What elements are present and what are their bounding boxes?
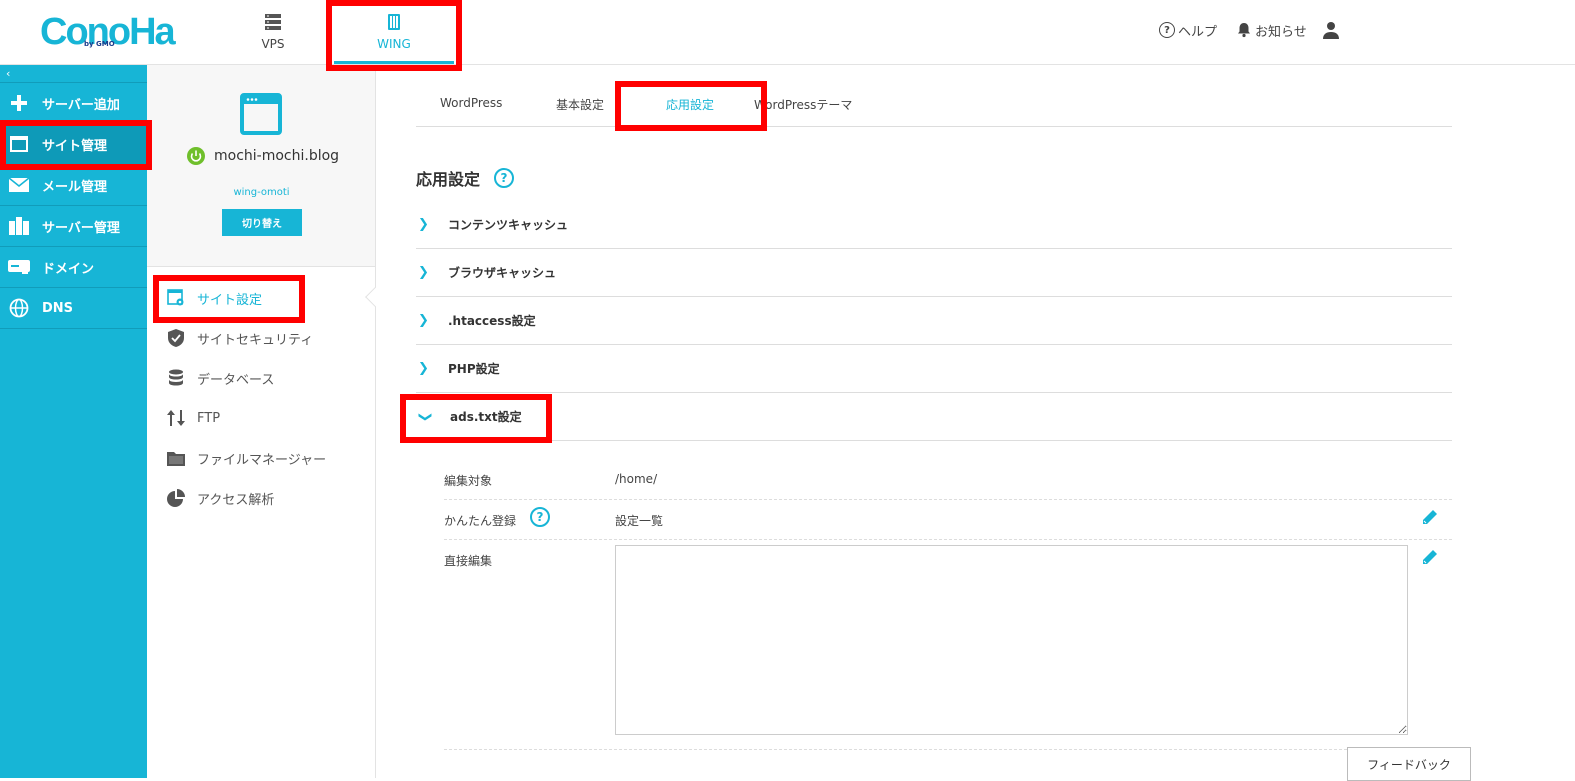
accordion-label: PHP設定	[448, 362, 500, 376]
submenu-database[interactable]: データベース	[147, 358, 376, 398]
conoha-logo[interactable]: ConoHa by GMO	[40, 10, 176, 54]
sidebar-item-label: サイト管理	[42, 138, 108, 154]
accordion-label: ads.txt設定	[450, 410, 522, 424]
submenu-label: サイトセキュリティ	[197, 332, 314, 348]
sidebar-item-domain[interactable]: ドメイン	[0, 247, 147, 288]
submenu-site-security[interactable]: サイトセキュリティ	[147, 318, 376, 358]
edit-pencil-icon[interactable]	[1421, 548, 1439, 566]
section-title-text: 応用設定	[416, 170, 481, 189]
sidebar-item-label: サーバー管理	[42, 220, 120, 236]
submenu-label: FTP	[197, 410, 221, 426]
tab-advanced-settings[interactable]: 応用設定	[666, 96, 714, 113]
shield-icon	[167, 329, 185, 347]
accordion-label: ブラウザキャッシュ	[448, 266, 557, 280]
pie-chart-icon	[167, 489, 185, 507]
edit-pencil-icon[interactable]	[1421, 508, 1439, 526]
sidebar-item-label: メール管理	[42, 179, 108, 195]
sidebar-item-server-manage[interactable]: サーバー管理	[0, 206, 147, 247]
power-status-icon	[187, 147, 205, 165]
server-icon	[265, 14, 281, 30]
mail-icon	[8, 176, 30, 194]
chevron-right-icon: ❯	[418, 313, 429, 328]
submenu-site-settings[interactable]: サイト設定	[147, 278, 376, 318]
site-sub-panel: mochi-mochi.blog wing-omoti 切り替え サイト設定 サ…	[147, 65, 376, 778]
tab-wordpress[interactable]: WordPress	[440, 96, 502, 110]
submenu-file-manager[interactable]: ファイルマネージャー	[147, 438, 376, 478]
notice-label: お知らせ	[1255, 24, 1307, 40]
accordion-content-cache[interactable]: ❯ コンテンツキャッシュ	[416, 201, 1452, 249]
submenu-access-analysis[interactable]: アクセス解析	[147, 478, 376, 518]
tab-wordpress-theme[interactable]: WordPressテーマ	[754, 96, 852, 113]
sidebar-item-mail-manage[interactable]: メール管理	[0, 165, 147, 206]
help-icon: ?	[1159, 22, 1175, 38]
sidebar-item-label: DNS	[42, 300, 74, 316]
target-label: 編集対象	[444, 474, 493, 488]
direct-label: 直接編集	[444, 554, 493, 568]
feedback-button[interactable]: フィードバック	[1347, 747, 1471, 781]
submenu-label: サイト設定	[197, 292, 263, 308]
window-icon	[8, 135, 30, 153]
switch-button[interactable]: 切り替え	[222, 209, 302, 236]
settings-tabs: WordPress 基本設定 応用設定 WordPressテーマ	[416, 82, 1452, 127]
easy-value: 設定一覧	[615, 514, 664, 528]
target-value: /home/	[615, 472, 658, 486]
plus-icon	[8, 94, 30, 112]
tab-basic-settings[interactable]: 基本設定	[556, 96, 604, 113]
chevron-right-icon: ❯	[418, 217, 429, 232]
ads-easy-row: かんたん登録 ? 設定一覧	[444, 500, 1452, 540]
notice-link[interactable]: お知らせ	[1236, 20, 1307, 40]
sidebar-item-site-manage[interactable]: サイト管理	[0, 124, 147, 165]
accordion-htaccess[interactable]: ❯ .htaccess設定	[416, 297, 1452, 345]
submenu-label: データベース	[197, 372, 275, 388]
help-label: ヘルプ	[1178, 24, 1218, 40]
globe-icon	[8, 298, 30, 318]
nav-wing[interactable]: WING	[334, 0, 454, 64]
site-user: wing-omoti	[233, 187, 290, 198]
ads-target-row: 編集対象 /home/	[444, 460, 1452, 500]
main-sidebar: ‹ サーバー追加 サイト管理 メール管理 サーバー管理 ドメイン DNS	[0, 65, 147, 778]
help-icon[interactable]: ?	[530, 507, 550, 527]
accordion-label: コンテンツキャッシュ	[448, 218, 569, 232]
site-window-icon	[240, 93, 282, 135]
accordion-ads-txt[interactable]: ❯ ads.txt設定	[416, 393, 1452, 441]
database-icon	[167, 369, 185, 387]
logo-sub: by GMO	[84, 40, 115, 48]
chevron-right-icon: ❯	[418, 265, 429, 280]
help-link[interactable]: ? ヘルプ	[1159, 20, 1217, 40]
folder-icon	[167, 449, 185, 467]
site-settings-icon	[167, 289, 185, 307]
submenu-ftp[interactable]: FTP	[147, 398, 376, 438]
domain-icon	[8, 258, 30, 276]
top-header: ConoHa by GMO VPS WING ? ヘルプ お知らせ	[0, 0, 1575, 65]
user-icon[interactable]	[1322, 21, 1340, 39]
transfer-icon	[167, 409, 185, 427]
chevron-right-icon: ❯	[418, 361, 429, 376]
site-summary: mochi-mochi.blog wing-omoti 切り替え	[147, 65, 375, 267]
accordion-browser-cache[interactable]: ❯ ブラウザキャッシュ	[416, 249, 1452, 297]
nav-vps-label: VPS	[261, 37, 285, 51]
ads-txt-editor[interactable]	[615, 545, 1408, 735]
nav-vps[interactable]: VPS	[245, 0, 301, 64]
server-manage-icon	[8, 217, 30, 235]
site-name-text: mochi-mochi.blog	[214, 148, 340, 164]
sidebar-item-dns[interactable]: DNS	[0, 288, 147, 329]
accordion-php[interactable]: ❯ PHP設定	[416, 345, 1452, 393]
site-name: mochi-mochi.blog	[187, 147, 339, 165]
chevron-down-icon: ❯	[417, 411, 433, 423]
sidebar-item-label: サーバー追加	[42, 97, 120, 113]
help-icon[interactable]: ?	[494, 168, 515, 188]
wing-icon	[388, 14, 400, 30]
bell-icon	[1238, 23, 1250, 38]
sidebar-item-label: ドメイン	[42, 261, 95, 277]
easy-label: かんたん登録	[444, 514, 517, 528]
site-submenu: サイト設定 サイトセキュリティ データベース FTP ファイルマネージャー アク…	[147, 278, 376, 518]
sidebar-item-server-add[interactable]: サーバー追加	[0, 83, 147, 124]
section-title: 応用設定 ?	[416, 166, 515, 190]
accordion-label: .htaccess設定	[448, 314, 536, 328]
sidebar-collapse-toggle[interactable]: ‹	[0, 65, 147, 83]
nav-wing-label: WING	[377, 37, 411, 51]
submenu-label: アクセス解析	[197, 492, 275, 508]
submenu-label: ファイルマネージャー	[197, 452, 327, 468]
